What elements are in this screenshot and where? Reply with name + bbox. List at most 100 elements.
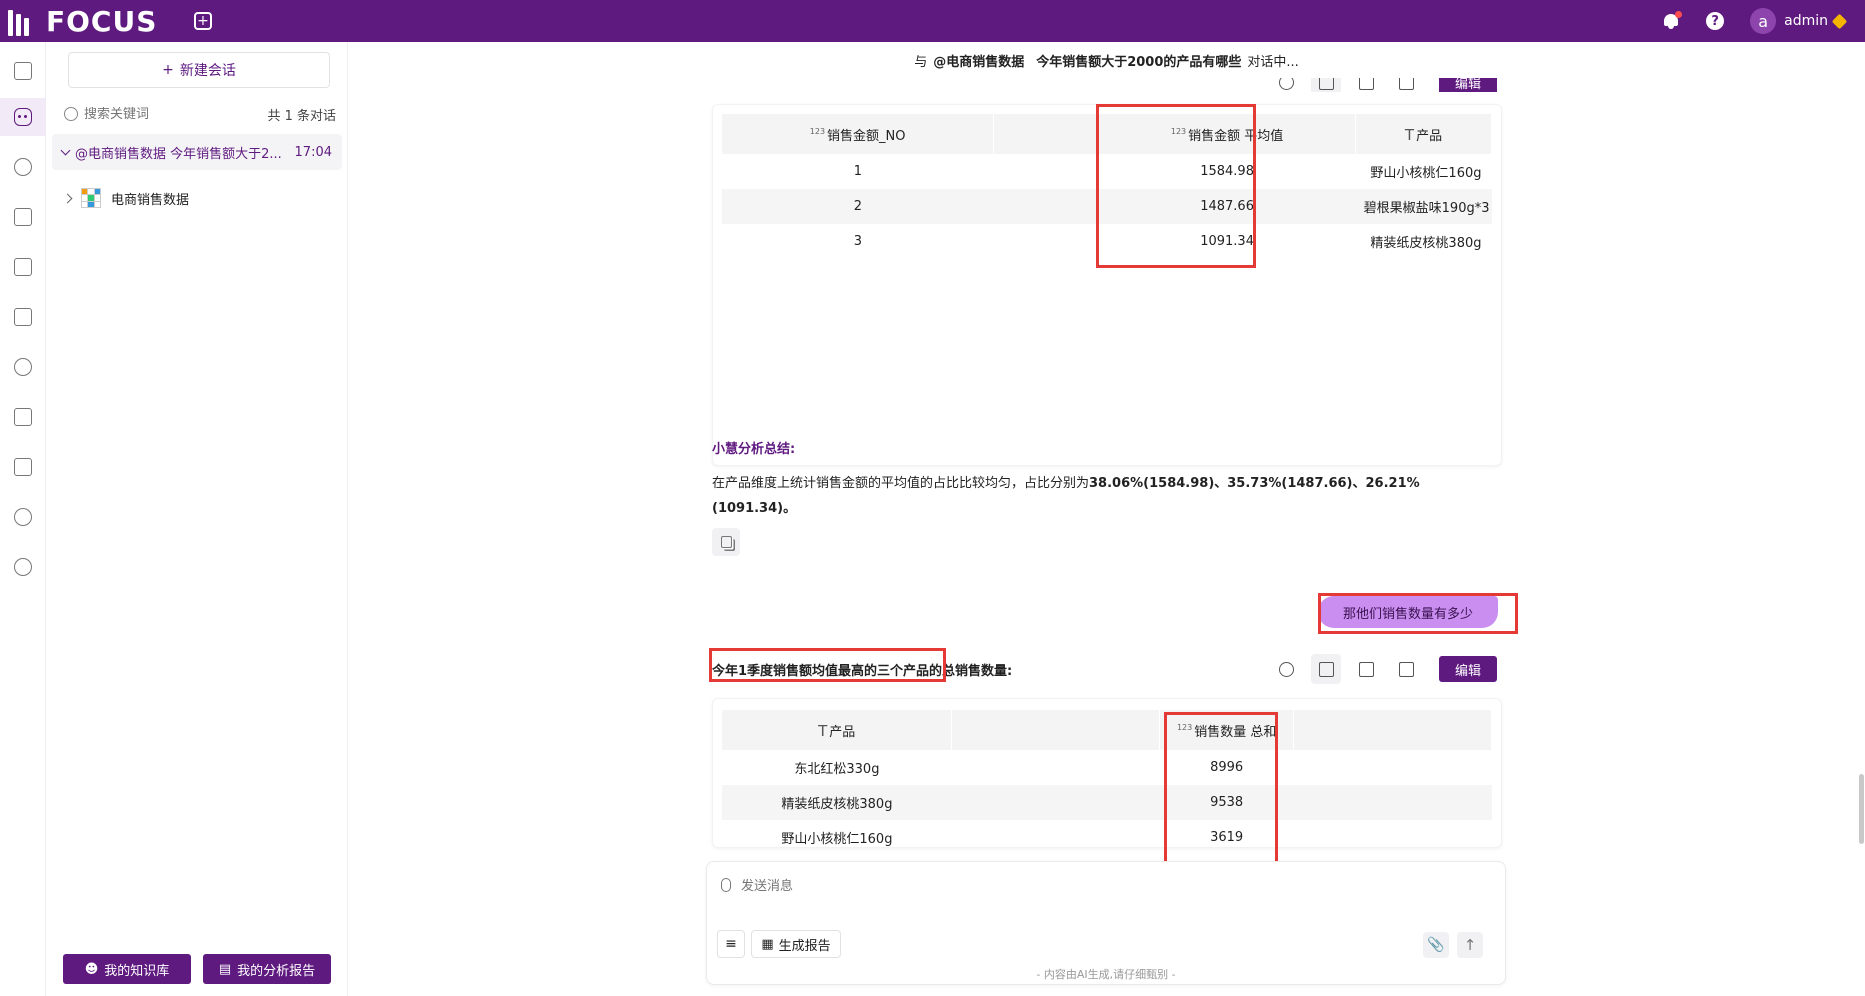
rail-history[interactable] [0,348,46,386]
column-header[interactable]: 123 销售金额_NO [722,114,995,154]
rail-database[interactable] [0,498,46,536]
rail-home[interactable] [0,52,46,90]
home-icon [14,62,32,80]
analysis-report-label: 我的分析报告 [237,963,316,979]
rail-ai-chat[interactable] [0,98,46,136]
header-prefix: 与 [914,54,928,70]
user-menu[interactable]: a admin [1750,8,1848,34]
rail-search[interactable] [0,148,46,186]
table-header-row: T 产品 123 销售数量 总和 [722,710,1492,750]
result-table-2: T 产品 123 销售数量 总和 东北红松330g 8996 精装纸皮核桃380g … [722,710,1492,855]
copy-icon [720,536,732,548]
logo-icon [8,6,38,36]
table-cell: 精装纸皮核桃380g [1370,236,1482,251]
rail-settings[interactable] [0,548,46,586]
sliders-icon: ≡ [725,936,737,952]
table-header-row: 123 销售金额_NO 123 销售金额 平均值 T 产品 [722,114,1492,154]
copy-button[interactable] [712,528,740,556]
summary-text-body: 在产品维度上统计销售金额的平均值的占比比较均匀，占比分别为 [712,476,1090,491]
save-icon[interactable] [1391,654,1421,684]
microphone-icon[interactable] [721,878,731,892]
send-button[interactable]: ↑ [1457,932,1483,958]
plus-icon: + [162,62,174,78]
table-cell: 3 [853,234,863,249]
folder-icon [14,408,32,426]
rail-folders[interactable] [0,398,46,436]
new-chat-button[interactable]: + 新建会话 [68,52,330,88]
column-header[interactable]: T 产品 [722,710,953,750]
paperclip-icon: 📎 [1427,937,1445,953]
table-cell: 3619 [1210,830,1244,845]
table-cell [994,224,1099,259]
new-chat-label: 新建会话 [179,63,236,79]
logo-text: FOCUS [46,4,158,38]
table-cell [952,820,1160,855]
analysis-report-button[interactable]: ▤ 我的分析报告 [203,954,331,984]
answer-toolbar: 编辑 [1271,654,1497,684]
rail-charts[interactable] [0,198,46,236]
vip-gem-icon [1831,13,1848,29]
table-cell: 9538 [1159,785,1294,820]
table-row: 精装纸皮核桃380g 9538 [722,785,1492,820]
add-tab-icon[interactable]: + [194,12,212,30]
conversation-count: 共 1 条对话 [267,108,336,124]
table-cell: 精装纸皮核桃380g [722,785,952,820]
table-cell [1294,750,1492,785]
dataset-item[interactable]: 电商销售数据 [62,184,189,212]
table-cell: 1584.98 [1200,164,1254,179]
gear-icon [14,558,32,576]
header-question: 今年销售额大于2000的产品有哪些 [1036,54,1242,70]
clipboard-icon [14,458,32,476]
rail-tables[interactable] [0,298,46,336]
database-icon [14,508,32,526]
rail-dashboard[interactable] [0,248,46,286]
pin-icon[interactable] [1271,654,1301,684]
search-icon [64,107,78,121]
dashboard-icon [14,258,32,276]
settings-button[interactable]: ≡ [717,930,745,958]
icon-rail [0,42,46,996]
user-message-bubble: 那他们销售数量有多少 [1318,596,1498,628]
table-cell [993,189,1099,224]
chat-main: 编辑 123 销售金额_NO 123 销售金额 平均值 T 产品 1 1584.98 … [348,42,1865,996]
robot-icon [14,108,32,126]
result-table-1: 123 销售金额_NO 123 销售金额 平均值 T 产品 1 1584.98 野山小… [722,114,1492,259]
knowledge-base-button[interactable]: ☻ 我的知识库 [63,954,191,984]
scroll-thumb[interactable] [1859,774,1864,844]
answer-title: 今年1季度销售额均值最高的三个产品的总销售数量: [712,664,1013,679]
summary-title: 小慧分析总结: [712,442,796,457]
attach-button[interactable]: 📎 [1423,932,1449,958]
table-row: 1 1584.98 野山小核桃仁160g [722,154,1492,189]
edit-button[interactable]: 编辑 [1439,656,1497,682]
header-status: 对话中... [1247,54,1299,70]
chevron-right-icon[interactable] [62,193,73,203]
table-cell: 1487.66 [1098,189,1356,224]
clock-icon [14,358,32,376]
knowledge-base-label: 我的知识库 [104,963,170,979]
table-cell: 野山小核桃仁160g [1370,166,1482,181]
chevron-down-icon[interactable] [60,145,71,155]
table-cell: 东北红松330g [794,762,880,777]
table-row: 2 1487.66 碧根果椒盐味190g*3 [722,189,1492,224]
chart-view-icon[interactable] [1351,654,1381,684]
table-view-icon[interactable] [1311,654,1341,684]
chat-header: 与 @电商销售数据 今年销售额大于2000的产品有哪些 对话中... [348,42,1865,78]
rail-tasks[interactable] [0,448,46,486]
column-header [951,710,1161,750]
generate-report-button[interactable]: ▦ 生成报告 [751,930,841,958]
conversation-sidebar: + 新建会话 共 1 条对话 @电商销售数据 今年销售额大于2... 17:04… [46,42,348,996]
conversation-title: @电商销售数据 今年销售额大于2... [75,146,282,162]
table-row: 野山小核桃仁160g 3619 [722,820,1492,855]
conversation-item[interactable]: @电商销售数据 今年销售额大于2... 17:04 [52,134,342,170]
column-header[interactable]: 123 销售金额 平均值 [1098,114,1356,154]
message-input[interactable] [741,876,1441,896]
table-cell: 碧根果椒盐味190g*3 [1355,189,1492,224]
scrollbar[interactable] [1857,78,1865,958]
column-header[interactable]: T 产品 [1355,114,1492,154]
notification-bell-icon[interactable] [1662,11,1683,30]
help-icon[interactable]: ? [1706,12,1725,30]
top-bar: FOCUS + ? a admin [0,0,1865,42]
search-input[interactable] [84,106,234,122]
logo[interactable]: FOCUS [8,5,157,38]
column-header[interactable]: 123 销售数量 总和 [1159,710,1295,750]
